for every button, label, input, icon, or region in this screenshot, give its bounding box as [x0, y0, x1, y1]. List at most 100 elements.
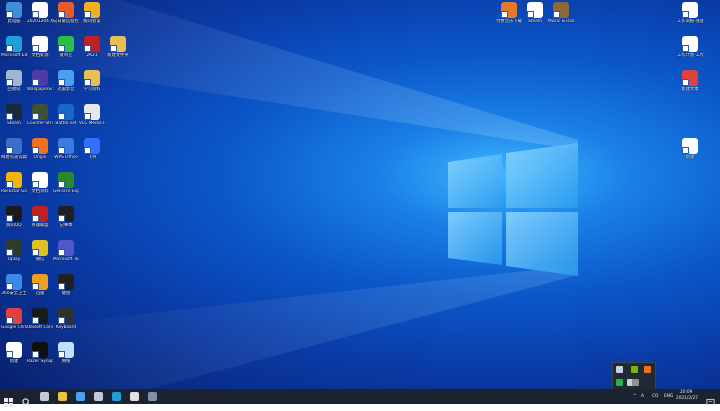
desktop-icon[interactable]: Microsoft Edge: [1, 36, 27, 72]
desktop-app-icon: [32, 138, 48, 154]
shortcut-arrow-icon: [6, 147, 13, 154]
desktop-icon[interactable]: 飞书: [79, 138, 105, 174]
desktop-icon-label: Razer Synapse: [27, 359, 53, 364]
desktop-icon-label: Google Chrome: [1, 325, 27, 330]
desktop-icon[interactable]: 爱奇艺: [53, 36, 79, 72]
desktop-icon-label: 20201204 XNXX信息: [27, 19, 53, 24]
desktop-icon[interactable]: WallpaperEngine: [27, 70, 53, 106]
zoom-text[interactable]: CO: [652, 394, 658, 399]
language-indicator[interactable]: ENG: [664, 394, 673, 399]
shortcut-arrow-icon: [501, 11, 508, 18]
desktop-icon[interactable]: 360安全卫士: [1, 274, 27, 310]
desktop-icon[interactable]: 此电脑: [1, 2, 27, 38]
steam-tray-icon[interactable]: [616, 366, 623, 373]
desktop-icon[interactable]: Ubisoft Connect: [27, 308, 53, 344]
desktop-icon[interactable]: 文档处理: [27, 36, 53, 72]
desktop-icon[interactable]: 记事本: [53, 206, 79, 242]
desktop-icon[interactable]: Google Chrome: [1, 308, 27, 344]
desktop-app-icon: [32, 70, 48, 86]
desktop-icon[interactable]: Keyboard: [53, 308, 79, 344]
desktop-icon-label: 爱奇艺: [59, 53, 73, 58]
app-taskbar-icon[interactable]: [148, 392, 157, 401]
desktop-app-icon: [58, 138, 74, 154]
desktop-icon[interactable]: 网络: [53, 342, 79, 378]
origin-tray-icon[interactable]: [644, 366, 651, 373]
search-button[interactable]: [22, 392, 31, 407]
desktop-icon[interactable]: 微信: [27, 240, 53, 276]
desktop-icon-label: 此电脑: [7, 19, 21, 24]
desktop-icon-label: 记事本: [59, 223, 73, 228]
desktop-icon[interactable]: 腾讯QQ: [1, 206, 27, 242]
desktop-icon[interactable]: 新建文件夹: [105, 36, 131, 72]
clock-date[interactable]: 2021/2/27: [676, 396, 698, 401]
desktop-icon[interactable]: Steam: [1, 104, 27, 140]
mail-icon[interactable]: [76, 392, 85, 401]
desktop-icon[interactable]: 回收站: [1, 70, 27, 106]
desktop-icon[interactable]: 新建: [677, 138, 703, 174]
desktop-icon[interactable]: GeForce Experience: [53, 172, 79, 208]
desktop-icon[interactable]: 工作简报-张建平: [677, 2, 703, 38]
desktop-icon[interactable]: 迅雷: [27, 274, 53, 310]
clock-app-icon[interactable]: [130, 392, 139, 401]
desktop-app-icon: [682, 2, 698, 18]
desktop-icon-label: 360安全卫士: [1, 291, 27, 296]
file-explorer-icon[interactable]: [58, 392, 67, 401]
desktop-icon[interactable]: 键盘: [53, 274, 79, 310]
desktop-icon-label: 回收站: [7, 87, 21, 92]
desktop-app-icon: [58, 274, 74, 290]
desktop-icon[interactable]: Uplay: [1, 240, 27, 276]
desktop-icon[interactable]: 英雄联盟: [27, 206, 53, 242]
desktop-icon[interactable]: 工作计划-工作日报整理: [677, 36, 703, 72]
tray-chevron-icon[interactable]: ^: [633, 394, 637, 399]
edge-taskbar-icon[interactable]: [112, 392, 121, 401]
desktop-app-icon: [58, 172, 74, 188]
desktop-icon[interactable]: WPS Office: [53, 138, 79, 174]
desktop-icon[interactable]: Rockstar Games: [1, 172, 27, 208]
desktop-icon[interactable]: 向日葵远程控制: [53, 2, 79, 38]
desktop-icon[interactable]: 迅雷影音: [53, 70, 79, 106]
desktop-icon[interactable]: 20201204 XNXX信息: [27, 2, 53, 38]
nvidia-tray-icon[interactable]: [631, 366, 638, 373]
desktop-icon[interactable]: 新建: [1, 342, 27, 378]
desktop-app-icon: [58, 240, 74, 256]
desktop-icon[interactable]: Steam: [522, 2, 548, 38]
desktop-icon[interactable]: 新建文本: [677, 70, 703, 106]
shortcut-arrow-icon: [32, 45, 39, 52]
ubisoft-tray-icon[interactable]: [632, 379, 639, 386]
desktop-icon[interactable]: Counter-Strike: [27, 104, 53, 140]
desktop-icon[interactable]: 网易有道词典: [1, 138, 27, 174]
tray-text[interactable]: A: [641, 394, 644, 399]
shortcut-arrow-icon: [58, 113, 65, 120]
desktop-icon[interactable]: 腾讯会议: [79, 2, 105, 38]
desktop-icon-label: Uplay: [7, 257, 21, 262]
shortcut-arrow-icon: [6, 113, 13, 120]
desktop-icon[interactable]: Microsoft Teams: [53, 240, 79, 276]
shortcut-arrow-icon: [84, 113, 91, 120]
shortcut-arrow-icon: [32, 317, 39, 324]
task-view-icon[interactable]: [40, 392, 49, 401]
start-button[interactable]: [4, 392, 13, 407]
desktop-icon[interactable]: 文档资料: [27, 172, 53, 208]
desktop-icon[interactable]: 2K21: [79, 36, 105, 72]
desktop-app-icon: [6, 308, 22, 324]
desktop-icon-label: 微信: [35, 257, 45, 262]
search-icon: [22, 398, 31, 407]
shortcut-arrow-icon: [58, 79, 65, 86]
desktop-icon-label: 网络: [61, 359, 71, 364]
desktop-icon[interactable]: Battle.net: [53, 104, 79, 140]
desktop-icon[interactable]: VLC Media Player: [79, 104, 105, 140]
desktop-icon[interactable]: Razer Synapse: [27, 342, 53, 378]
shortcut-arrow-icon: [32, 181, 39, 188]
steam-taskbar-icon[interactable]: [94, 392, 103, 401]
wechat-tray-icon[interactable]: [616, 379, 623, 386]
desktop-app-icon: [32, 274, 48, 290]
clock-time[interactable]: 20:09: [680, 390, 692, 395]
desktop-icon-label: 学习资料: [83, 87, 101, 92]
desktop-icon[interactable]: 付费音乐下载: [496, 2, 522, 38]
desktop-icon[interactable]: Origin: [27, 138, 53, 174]
desktop-icon-label: 付费音乐下载: [496, 19, 522, 24]
notification-center-icon[interactable]: [706, 392, 715, 406]
desktop-app-icon: [682, 70, 698, 86]
desktop-icon[interactable]: Music & Radio: [548, 2, 574, 38]
desktop-icon[interactable]: 学习资料: [79, 70, 105, 106]
